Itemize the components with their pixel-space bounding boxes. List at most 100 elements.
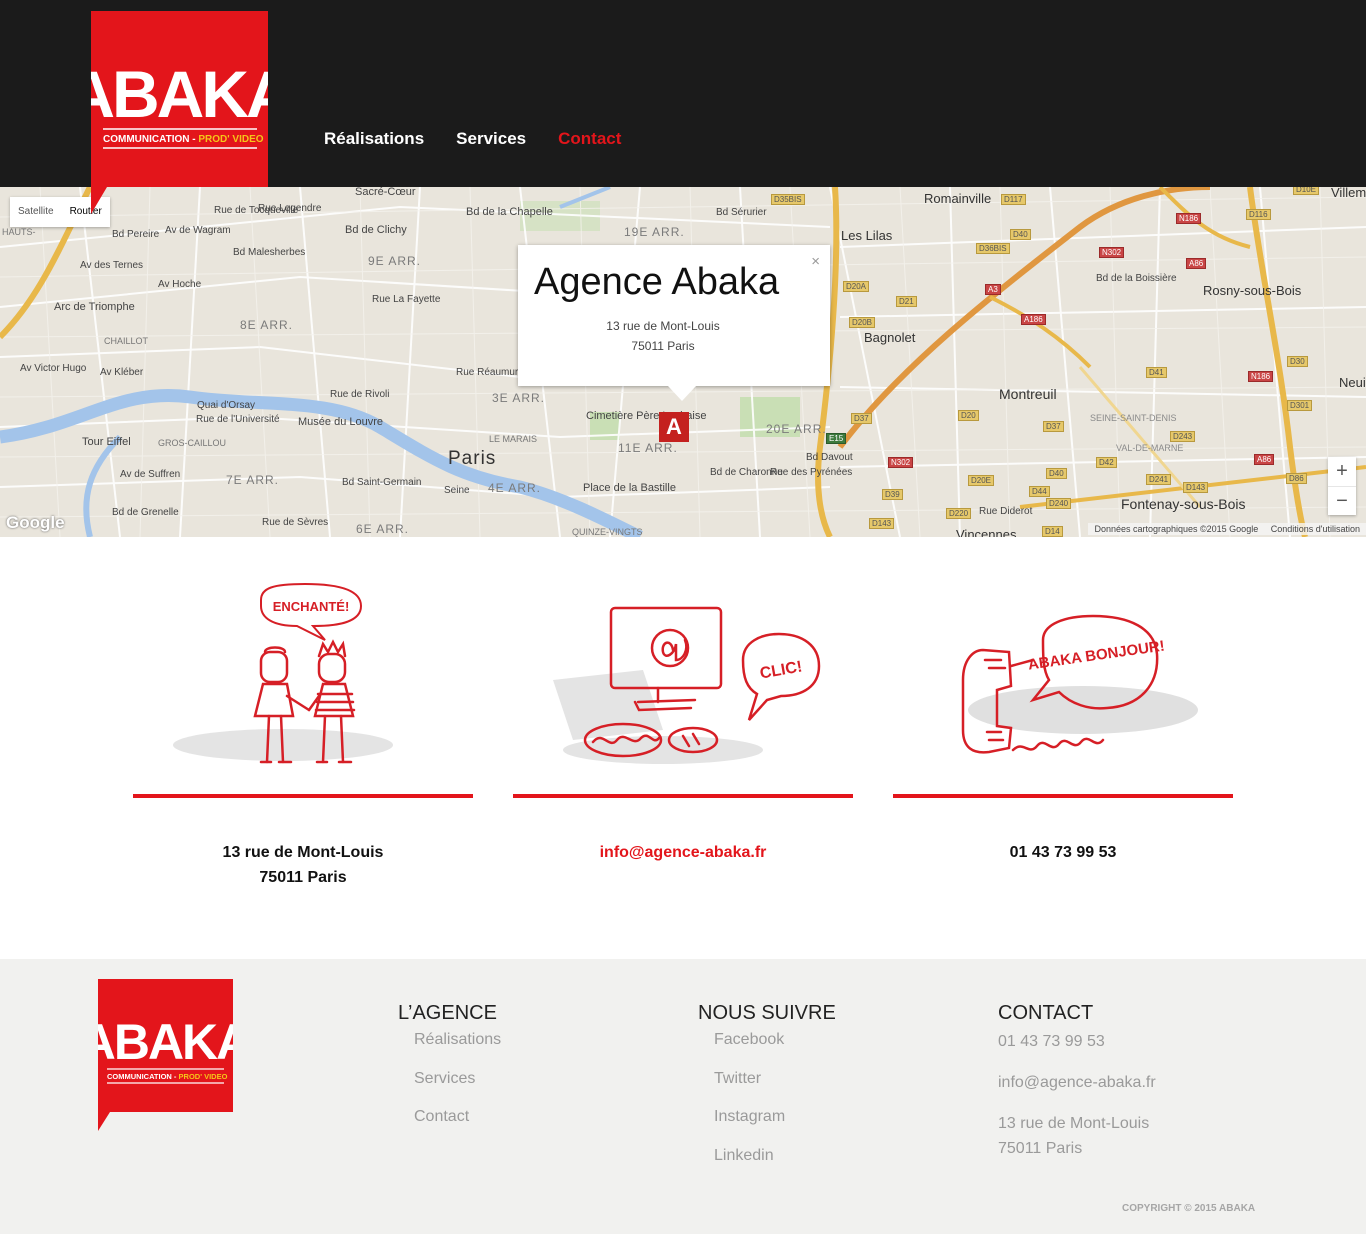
map-label: Romainville (924, 191, 992, 206)
nav-realisations[interactable]: Réalisations (324, 129, 424, 149)
logo-name: ABAKA (98, 1014, 233, 1070)
road-shield: A3 (985, 284, 1001, 295)
map-label: Villem (1331, 187, 1366, 200)
map-label: Rue de Rivoli (330, 389, 390, 400)
zoom-in-button[interactable]: + (1328, 457, 1356, 486)
footer-link-twitter[interactable]: Twitter (698, 1068, 836, 1107)
footer-address-line2: 75011 Paris (998, 1140, 1083, 1157)
google-map[interactable]: Satellite Routier Sacré-Cœur Bd de la Ch… (0, 187, 1366, 537)
map-label: Bd de la Boissière (1096, 273, 1177, 284)
map-label: Rue Réaumur (456, 367, 519, 378)
road-shield: A86 (1254, 454, 1275, 465)
road-shield: D220 (946, 508, 972, 519)
footer-link-realisations[interactable]: Réalisations (398, 1029, 501, 1068)
map-label: QUINZE-VINGTS (572, 527, 643, 537)
map-data-credit: Données cartographiques ©2015 Google (1094, 524, 1259, 534)
logo-tagline: COMMUNICATION - PROD' VIDEO (107, 1072, 228, 1081)
road-shield: D35BIS (771, 194, 805, 205)
road-shield: D40 (1010, 229, 1031, 240)
map-infowindow: Agence Abaka 13 rue de Mont-Louis 75011 … (518, 245, 830, 401)
road-shield: D143 (869, 518, 895, 529)
road-shield: D20B (849, 317, 876, 328)
bubble-text: ABAKA BONJOUR! (1027, 638, 1166, 674)
red-divider (513, 794, 853, 798)
footer-phone[interactable]: 01 43 73 99 53 (998, 1029, 1156, 1054)
road-shield: D143 (1183, 482, 1209, 493)
road-shield: A86 (1186, 258, 1207, 269)
footer-link-linkedin[interactable]: Linkedin (698, 1145, 836, 1184)
footer-logo[interactable]: ABAKA COMMUNICATION - PROD' VIDEO (98, 979, 233, 1131)
map-label: Musée du Louvre (298, 416, 383, 428)
map-label: 6E ARR. (356, 522, 410, 536)
map-label: 9E ARR. (368, 254, 422, 268)
map-label: Av de Suffren (120, 469, 181, 480)
footer-col-social: NOUS SUIVRE Facebook Twitter Instagram L… (698, 1002, 836, 1183)
map-attribution: Données cartographiques ©2015 Google Con… (1088, 523, 1366, 535)
close-icon[interactable]: × (811, 253, 820, 270)
infowindow-address-line2: 75011 Paris (631, 339, 695, 353)
road-shield: D20E (968, 475, 995, 486)
road-shield: N186 (1176, 213, 1202, 224)
map-label: Rue des Pyrénées (770, 467, 853, 478)
map-label: Bd de Grenelle (112, 507, 179, 518)
map-label: Av des Ternes (80, 260, 144, 271)
map-label: Rue de l'Université (196, 414, 280, 425)
map-label: Rosny-sous-Bois (1203, 283, 1302, 298)
footer-heading: L’AGENCE (398, 1002, 497, 1024)
road-shield: D86 (1286, 473, 1307, 484)
footer-address-line1: 13 rue de Mont-Louis (998, 1115, 1150, 1132)
site-footer: ABAKA COMMUNICATION - PROD' VIDEO L’AGEN… (0, 959, 1366, 1234)
map-label: 4E ARR. (488, 481, 542, 495)
road-shield: D44 (1029, 486, 1050, 497)
map-label: Bd Pereire (112, 229, 160, 240)
contact-email[interactable]: info@agence-abaka.fr (513, 840, 853, 865)
road-shield: D117 (1001, 194, 1026, 205)
footer-link-instagram[interactable]: Instagram (698, 1106, 836, 1145)
map-label: Rue Diderot (979, 506, 1033, 517)
footer-link-services[interactable]: Services (398, 1068, 501, 1107)
map-type-satellite[interactable]: Satellite (10, 197, 62, 227)
footer-heading: CONTACT (998, 1002, 1094, 1024)
nav-services[interactable]: Services (456, 129, 526, 149)
road-shield: D37 (851, 413, 872, 424)
address-line1: 13 rue de Mont-Louis (222, 844, 384, 861)
map-label: Bd Malesherbes (233, 247, 306, 258)
map-label: Place de la Bastille (583, 482, 676, 494)
map-label: HAUTS- (2, 227, 36, 237)
road-shield: D241 (1146, 474, 1172, 485)
road-shield: D42 (1096, 457, 1117, 468)
road-shield: D36BIS (976, 243, 1010, 254)
map-label: Montreuil (999, 386, 1057, 402)
map-label: SEINE-SAINT-DENIS (1090, 413, 1177, 423)
map-label: VAL-DE-MARNE (1116, 443, 1184, 453)
footer-col-agence: L’AGENCE Réalisations Services Contact (398, 1002, 501, 1145)
footer-link-contact[interactable]: Contact (398, 1106, 501, 1145)
road-shield: D21 (896, 296, 917, 307)
road-shield: D14 (1042, 526, 1063, 537)
footer-col-contact: CONTACT 01 43 73 99 53 info@agence-abaka… (998, 1002, 1156, 1161)
map-label: Bd Saint-Germain (342, 477, 422, 488)
contact-phone[interactable]: 01 43 73 99 53 (893, 840, 1233, 865)
zoom-out-button[interactable]: − (1328, 486, 1356, 515)
map-label: 8E ARR. (240, 318, 294, 332)
map-label: Bd Sérurier (716, 207, 767, 218)
road-shield: D20 (958, 410, 979, 421)
map-terms-link[interactable]: Conditions d'utilisation (1271, 524, 1360, 534)
red-divider (133, 794, 473, 798)
google-logo[interactable]: Google (6, 513, 65, 533)
map-label: Av Victor Hugo (20, 363, 87, 374)
computer-illustration-icon: CLIC! (553, 606, 821, 764)
map-marker-icon[interactable]: A (659, 412, 689, 442)
footer-link-facebook[interactable]: Facebook (698, 1029, 836, 1068)
handshake-illustration-icon: ENCHANTÉ! (173, 582, 393, 764)
header-logo[interactable]: ABAKA COMMUNICATION - PROD' VIDEO (91, 11, 268, 214)
road-shield: D30 (1287, 356, 1308, 367)
road-shield: A186 (1021, 314, 1046, 325)
map-label: Av de Wagram (165, 225, 231, 236)
map-label: Rue La Fayette (372, 294, 441, 305)
footer-email[interactable]: info@agence-abaka.fr (998, 1070, 1156, 1095)
infowindow-address-line1: 13 rue de Mont-Louis (606, 319, 720, 333)
nav-contact[interactable]: Contact (558, 129, 621, 149)
map-label: LE MARAIS (489, 434, 538, 444)
main-nav: Réalisations Services Contact (324, 129, 621, 149)
